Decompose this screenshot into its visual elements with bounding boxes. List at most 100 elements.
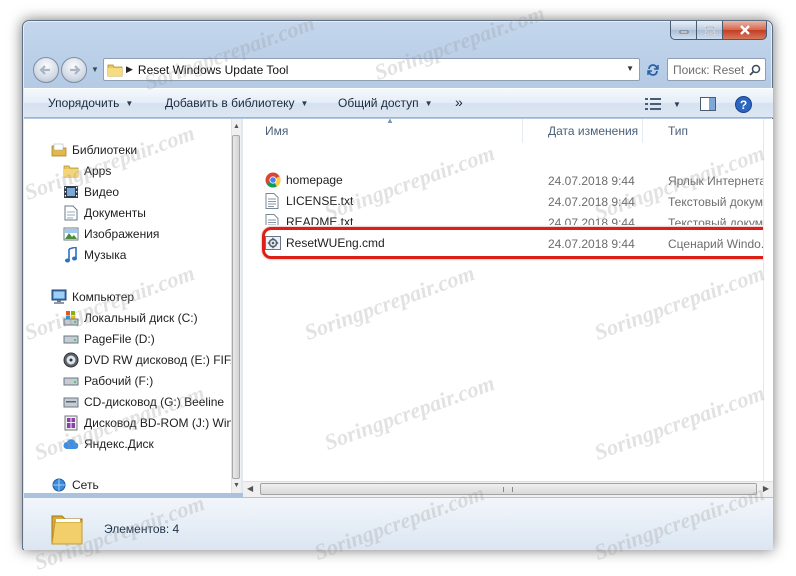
tree-label: Сеть: [72, 478, 99, 492]
file-list-horizontal-scrollbar[interactable]: ◀ ▶: [243, 481, 773, 497]
file-type: Ярлык Интернета: [668, 174, 763, 188]
tree-label: CD-дисковод (G:) Beeline: [84, 395, 225, 409]
close-icon: [739, 25, 750, 35]
column-header-name[interactable]: Имя ▲: [243, 119, 523, 143]
navigation-pane: Библиотеки Apps Видео Документы Изображе…: [24, 119, 231, 493]
chevron-down-icon: ▼: [300, 98, 309, 108]
sort-ascending-icon: ▲: [386, 119, 394, 125]
file-type: Сценарий Windo...: [668, 237, 763, 251]
folder-icon: [107, 64, 123, 76]
add-to-library-label: Добавить в библиотеку: [165, 96, 295, 110]
items-count: Элементов: 4: [104, 522, 180, 536]
nav-buttons: ▼: [33, 57, 101, 83]
more-commands-button[interactable]: »: [455, 94, 463, 110]
tree-label: Компьютер: [72, 290, 135, 304]
search-input[interactable]: [673, 62, 747, 77]
bd-rom-drive-icon: [63, 415, 79, 431]
system-drive-icon: [63, 310, 79, 326]
back-button[interactable]: [33, 57, 59, 83]
file-date: 24.07.2018 9:44: [548, 195, 635, 209]
tree-drive-g[interactable]: CD-дисковод (G:) Beeline: [63, 392, 224, 412]
share-menu[interactable]: Общий доступ ▼: [338, 96, 433, 110]
tree-label: Музыка: [84, 248, 127, 262]
tree-label: PageFile (D:): [84, 332, 155, 346]
refresh-button[interactable]: [642, 59, 664, 81]
address-history-dropdown[interactable]: ▼: [626, 64, 634, 73]
file-type: Текстовый докум...: [668, 216, 763, 225]
file-name-cell: ResetWUEng.cmd: [265, 235, 385, 251]
pictures-library-icon: [63, 226, 79, 242]
chevron-down-icon: ▼: [424, 98, 433, 108]
file-name: LICENSE.txt: [286, 194, 354, 208]
file-row-readme[interactable]: README.txt 24.07.2018 9:44 Текстовый док…: [243, 212, 763, 225]
tree-yandex-disk[interactable]: Яндекс.Диск: [63, 434, 154, 454]
minimize-button[interactable]: [670, 21, 697, 40]
scroll-left-arrow[interactable]: ◀: [247, 484, 253, 493]
share-label: Общий доступ: [338, 96, 419, 110]
cd-drive-icon: [63, 394, 79, 410]
hard-drive-icon: [63, 331, 79, 347]
tree-drive-e[interactable]: DVD RW дисковод (E:) FIFA1: [63, 350, 231, 370]
column-type-label: Тип: [668, 124, 689, 138]
help-button[interactable]: ?: [732, 94, 754, 114]
preview-pane-button[interactable]: [697, 94, 719, 114]
file-date: 24.07.2018 9:44: [548, 237, 635, 251]
apps-folder-icon: [63, 163, 79, 179]
navigation-pane-scrollbar[interactable]: ▲ ▼: [231, 119, 241, 493]
tree-item-video[interactable]: Видео: [63, 182, 119, 202]
tree-item-pictures[interactable]: Изображения: [63, 224, 159, 244]
explorer-window: ▼ ▶ Reset Windows Update Tool ▼ Упорядоч…: [22, 20, 773, 550]
scroll-up-arrow[interactable]: ▲: [233, 123, 240, 130]
tree-item-music[interactable]: Музыка: [63, 245, 126, 265]
file-list-vertical-scrollbar[interactable]: [763, 119, 773, 481]
search-icon: [749, 64, 761, 76]
tree-label: Локальный диск (C:): [84, 311, 198, 325]
tree-drive-c[interactable]: Локальный диск (C:): [63, 308, 198, 328]
column-header-type[interactable]: Тип: [643, 119, 763, 143]
hard-drive-icon: [63, 373, 79, 389]
breadcrumb-separator[interactable]: ▶: [126, 64, 133, 75]
tree-label: Библиотеки: [72, 143, 138, 157]
maximize-icon: [704, 25, 715, 35]
tree-libraries[interactable]: Библиотеки: [51, 140, 137, 160]
minimize-icon: [679, 30, 688, 34]
navigation-row: ▼ ▶ Reset Windows Update Tool ▼: [31, 56, 766, 84]
file-row-homepage[interactable]: homepage 24.07.2018 9:44 Ярлык Интернета: [243, 170, 763, 191]
file-row-license[interactable]: LICENSE.txt 24.07.2018 9:44 Текстовый до…: [243, 191, 763, 212]
close-button[interactable]: [723, 21, 767, 40]
organize-menu[interactable]: Упорядочить ▼: [48, 96, 133, 110]
arrow-right-icon: [70, 65, 81, 75]
add-to-library-menu[interactable]: Добавить в библиотеку ▼: [165, 96, 308, 110]
tree-item-documents[interactable]: Документы: [63, 203, 146, 223]
video-library-icon: [63, 184, 79, 200]
tree-computer[interactable]: Компьютер: [51, 287, 134, 307]
caption-buttons: [670, 21, 767, 40]
libraries-icon: [51, 142, 67, 158]
file-row-resetwueng[interactable]: ResetWUEng.cmd 24.07.2018 9:44 Сценарий …: [243, 233, 763, 254]
scroll-right-arrow[interactable]: ▶: [763, 484, 769, 493]
maximize-button[interactable]: [697, 21, 723, 40]
address-bar[interactable]: ▶ Reset Windows Update Tool ▼: [103, 58, 640, 81]
forward-button[interactable]: [61, 57, 87, 83]
arrow-left-icon: [39, 65, 50, 75]
scroll-thumb[interactable]: [232, 135, 240, 479]
organize-label: Упорядочить: [48, 96, 120, 110]
file-name-cell: LICENSE.txt: [265, 193, 353, 209]
grip-icon: [503, 487, 513, 492]
tree-label: Видео: [84, 185, 120, 199]
search-box[interactable]: [667, 58, 766, 81]
breadcrumb-current[interactable]: Reset Windows Update Tool: [138, 63, 289, 77]
tree-item-apps[interactable]: Apps: [63, 161, 111, 181]
file-list: Имя ▲ Дата изменения Тип homepage 24.07.…: [243, 119, 763, 481]
recent-pages-dropdown[interactable]: ▼: [91, 65, 99, 74]
tree-network[interactable]: Сеть: [51, 475, 99, 493]
file-name: ResetWUEng.cmd: [286, 236, 385, 250]
tree-drive-j[interactable]: Дисковод BD-ROM (J:) Win: [63, 413, 231, 433]
column-header-date[interactable]: Дата изменения: [523, 119, 643, 143]
scroll-down-arrow[interactable]: ▼: [233, 482, 240, 489]
tree-drive-d[interactable]: PageFile (D:): [63, 329, 155, 349]
tree-drive-f[interactable]: Рабочий (F:): [63, 371, 153, 391]
horizontal-scroll-thumb[interactable]: [260, 483, 757, 495]
change-view-button[interactable]: ▼: [643, 94, 683, 114]
folder-large-icon: [51, 515, 83, 545]
